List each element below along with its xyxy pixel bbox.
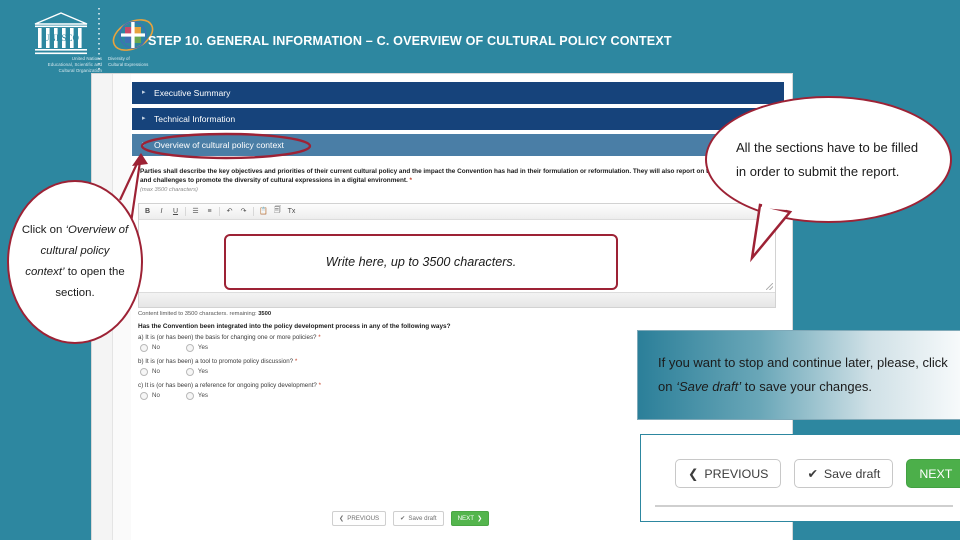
option-label: Yes [197,344,209,352]
chevron-right-icon: ▸ [142,115,146,122]
zoomed-save-draft-button[interactable]: ✔ Save draft [794,459,894,488]
question-a-label: a) It is (or has been) the basis for cha… [138,333,317,341]
editor-footer [139,291,775,307]
character-counter-value: 3500 [258,310,272,317]
callout-post: to open the section. [55,266,125,299]
zoomed-save-draft-label: Save draft [823,466,881,481]
chevron-down-icon: ▾ [142,141,146,148]
chevron-left-icon: ❮ [339,515,345,522]
radio-icon[interactable] [140,343,148,352]
paste-from-word-icon[interactable]: 🗐 [273,206,282,217]
chevron-right-icon: ❯ [477,515,483,522]
zoomed-next-label: NEXT [919,466,953,481]
radio-icon[interactable] [185,391,194,400]
toolbar-separator [185,206,186,216]
undo-icon[interactable]: ↶ [225,207,234,215]
callout-pre: Click on [21,224,63,236]
character-counter-label: Content limited to 3500 characters. rema… [138,310,257,317]
section-instructions: Parties shall describe the key objective… [132,160,784,196]
save-draft-button-label: Save draft [408,515,437,522]
accordion-label: Overview of cultural policy context [154,140,284,150]
radio-icon[interactable] [185,367,194,376]
instructions-text: Parties shall describe the key objective… [140,168,759,185]
zoomed-navigation-callout: ❮ PREVIOUS ✔ Save draft NEXT ❯ [640,434,960,522]
callout-post: to save your changes. [744,379,872,394]
chevron-right-icon: ▸ [142,89,146,96]
question-b-label: b) It is (or has been) a tool to promote… [138,357,294,365]
check-icon: ✔ [400,515,406,522]
option-label: No [152,368,160,376]
callout-click-overview: Click on ‘Overview of cultural policy co… [7,180,143,344]
resize-grip-icon[interactable] [766,282,773,290]
max-characters-note: (max 3500 characters) [140,187,198,194]
callout-write-here: Write here, up to 3500 characters. [224,234,618,290]
accordion-item-technical-information[interactable]: ▸ Technical Information [132,108,784,130]
underline-icon[interactable]: U [171,208,180,215]
option-label: Yes [197,368,209,376]
question-b-option-no[interactable]: No [140,367,160,376]
redo-icon[interactable]: ↷ [239,207,248,215]
unesco-temple-logo-icon: UNESCO [34,12,88,55]
toolbar-separator [253,206,254,216]
option-label: No [152,344,160,352]
bold-icon[interactable]: B [143,208,152,215]
question-c-option-no[interactable]: No [140,391,160,400]
paste-icon[interactable]: 📋 [259,207,268,215]
callout-all-sections-text: All the sections have to be filled in or… [736,139,919,179]
question-a-option-yes[interactable]: Yes [185,343,209,352]
question-a-option-no[interactable]: No [140,343,160,352]
question-b-option-yes[interactable]: Yes [185,367,209,376]
callout-all-sections: All the sections have to be filled in or… [705,96,952,223]
next-button-label: NEXT [457,515,475,522]
question-c-label: c) It is (or has been) a reference for o… [138,381,317,389]
save-draft-button[interactable]: ✔ Save draft [393,511,444,526]
zoomed-nav-divider [655,505,953,507]
radio-icon[interactable] [185,343,194,352]
unesco-caption: United Nations Educational, Scientific a… [47,56,102,73]
svg-text:UNESCO: UNESCO [43,33,80,43]
callout-emphasis: ‘Save draft’ [676,379,742,394]
clear-formatting-icon[interactable]: Tx [287,208,296,215]
check-icon: ✔ [807,467,818,481]
numbered-list-icon[interactable]: ≡ [205,208,214,215]
zoomed-previous-button[interactable]: ❮ PREVIOUS [675,459,782,488]
zoomed-previous-label: PREVIOUS [704,466,769,481]
accordion-item-executive-summary[interactable]: ▸ Executive Summary [132,82,784,104]
page-title: STEP 10. GENERAL INFORMATION – C. OVERVI… [148,34,672,48]
required-asterisk: * [294,357,298,365]
previous-button[interactable]: ❮ PREVIOUS [332,511,387,526]
toolbar-separator [219,206,220,216]
option-label: Yes [197,392,209,400]
chevron-left-icon: ❮ [688,467,699,481]
required-asterisk: * [409,177,413,185]
accordion-item-overview-of-cultural-policy-context[interactable]: ▾ Overview of cultural policy context [132,134,784,156]
questions-heading: Has the Convention been integrated into … [138,322,451,330]
editor-toolbar[interactable]: B I U ☰ ≡ ↶ ↷ 📋 🗐 Tx [139,203,775,220]
callout-save-draft-note: If you want to stop and continue later, … [637,330,960,420]
radio-icon[interactable] [140,367,148,376]
previous-button-label: PREVIOUS [347,515,380,522]
italic-icon[interactable]: I [157,208,166,215]
required-asterisk: * [318,333,321,341]
radio-icon[interactable] [140,391,148,400]
form-navigation: ❮ PREVIOUS ✔ Save draft NEXT ❯ [332,511,490,526]
accordion-label: Executive Summary [154,88,231,98]
character-counter: Content limited to 3500 characters. rema… [132,308,784,317]
option-label: No [152,392,160,400]
question-c-option-yes[interactable]: Yes [185,391,209,400]
callout-save-draft-text: If you want to stop and continue later, … [638,351,948,399]
callout-write-here-text: Write here, up to 3500 characters. [325,255,517,269]
required-asterisk: * [318,381,322,389]
next-button[interactable]: NEXT ❯ [450,511,490,526]
zoomed-next-button[interactable]: NEXT ❯ [906,459,960,488]
callout-click-overview-text: Click on ‘Overview of cultural policy co… [21,220,129,304]
accordion-label: Technical Information [154,114,236,124]
bulleted-list-icon[interactable]: ☰ [191,207,200,215]
unesco-branding: UNESCO United Nations Educational, Scien… [18,6,154,78]
logo-divider [98,8,100,78]
dce-caption: Diversity of Cultural Expressions [108,56,149,67]
